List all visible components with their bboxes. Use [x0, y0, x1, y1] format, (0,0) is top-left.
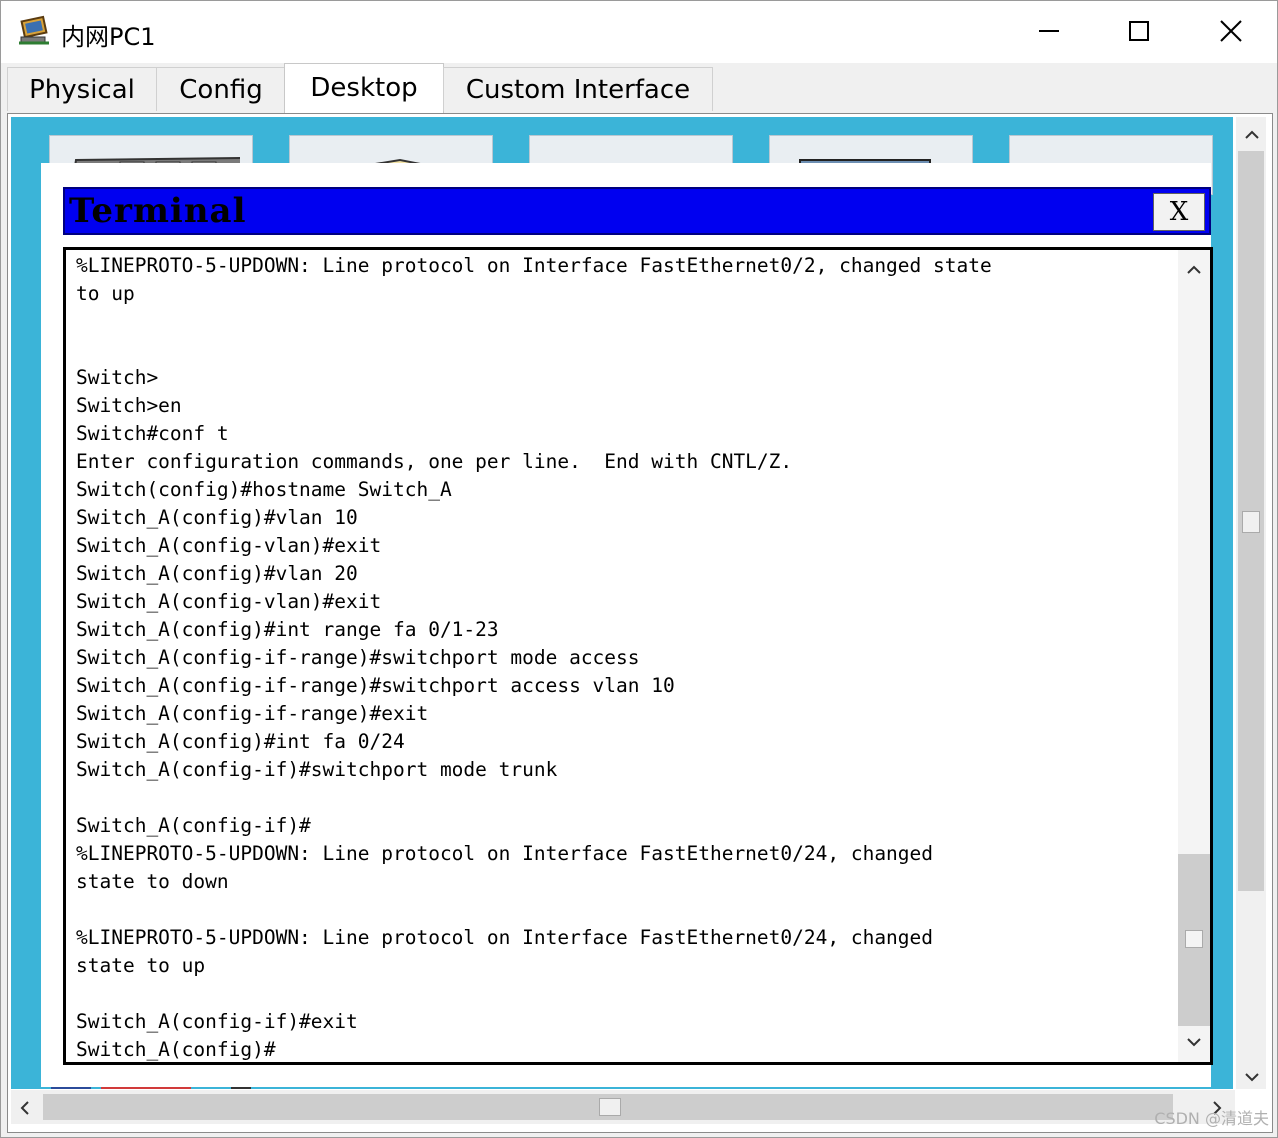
terminal-text: %LINEPROTO-5-UPDOWN: Line protocol on In… [76, 252, 1176, 1062]
terminal-line: Switch_A(config)#int range fa 0/1-23 [76, 618, 499, 641]
terminal-output[interactable]: %LINEPROTO-5-UPDOWN: Line protocol on In… [63, 247, 1213, 1065]
terminal-line: %LINEPROTO-5-UPDOWN: Line protocol on In… [76, 842, 934, 865]
tab-physical[interactable]: Physical [7, 67, 157, 111]
desktop-background: Terminal X %LINEPROTO-5-UPDOWN: Line pro… [11, 117, 1233, 1089]
packet-tracer-pc-icon [17, 13, 53, 49]
scroll-up-icon[interactable] [1184, 260, 1204, 280]
terminal-close-button[interactable]: X [1153, 193, 1205, 231]
terminal-line: Switch(config)#hostname Switch_A [76, 478, 452, 501]
terminal-line: Switch_A(config-if-range)#exit [76, 702, 429, 725]
window-title: 内网PC1 [61, 23, 156, 51]
watermark: CSDN @清道夫 [1154, 1109, 1269, 1128]
terminal-line: to up [76, 282, 135, 305]
terminal-window: Terminal X %LINEPROTO-5-UPDOWN: Line pro… [41, 163, 1213, 1087]
terminal-scroll-thumb[interactable] [1178, 854, 1210, 1026]
maximize-icon [1129, 21, 1149, 41]
terminal-scrollbar[interactable] [1178, 250, 1210, 1062]
terminal-line: Switch_A(config)#vlan 10 [76, 506, 358, 529]
terminal-line: Switch_A(config-if)#switchport mode trun… [76, 758, 558, 781]
terminal-line: Switch_A(config)# [76, 1038, 276, 1061]
maximize-button[interactable] [1107, 7, 1171, 55]
terminal-line: state to up [76, 954, 206, 977]
scroll-grip-icon [1185, 930, 1203, 948]
terminal-line: Switch_A(config-vlan)#exit [76, 534, 382, 557]
terminal-line: %LINEPROTO-5-UPDOWN: Line protocol on In… [76, 926, 934, 949]
terminal-title: Terminal [69, 191, 247, 231]
terminal-line: Switch_A(config)#int fa 0/24 [76, 730, 405, 753]
chevron-left-icon[interactable] [15, 1098, 35, 1118]
terminal-line: Switch_A(config-vlan)#exit [76, 590, 382, 613]
terminal-line: Switch_A(config-if-range)#switchport acc… [76, 674, 675, 697]
scroll-grip-icon [599, 1098, 621, 1116]
app-window: 内网PC1 Physical Config Desktop Custom Int… [0, 0, 1278, 1138]
chevron-up-icon[interactable] [1242, 125, 1262, 145]
terminal-line: Switch_A(config-if)#exit [76, 1010, 358, 1033]
minimize-button[interactable] [1017, 7, 1081, 55]
terminal-line: state to down [76, 870, 229, 893]
terminal-line: Switch#conf t [76, 422, 229, 445]
minimize-icon [1039, 30, 1059, 32]
desktop-panel: Terminal X %LINEPROTO-5-UPDOWN: Line pro… [7, 113, 1273, 1133]
title-bar: 内网PC1 [1, 1, 1277, 63]
close-button[interactable] [1199, 7, 1263, 55]
horizontal-scroll-thumb[interactable] [43, 1094, 1173, 1120]
terminal-line: Switch_A(config-if)# [76, 814, 311, 837]
terminal-line: Enter configuration commands, one per li… [76, 450, 793, 473]
tab-config[interactable]: Config [156, 67, 286, 111]
terminal-title-bar: Terminal X [63, 187, 1211, 235]
tab-desktop[interactable]: Desktop [284, 63, 444, 113]
terminal-line: %LINEPROTO-5-UPDOWN: Line protocol on In… [76, 254, 992, 277]
terminal-line: Switch_A(config)#vlan 20 [76, 562, 358, 585]
scroll-grip-icon [1242, 511, 1260, 533]
close-icon [1220, 20, 1242, 42]
terminal-line: Switch_A(config-if-range)#switchport mod… [76, 646, 640, 669]
chevron-down-icon[interactable] [1242, 1067, 1262, 1087]
terminal-line: Switch>en [76, 394, 182, 417]
panel-vertical-scrollbar[interactable] [1236, 117, 1266, 1089]
terminal-line: Switch> [76, 366, 159, 389]
tab-bar: Physical Config Desktop Custom Interface [1, 63, 1277, 113]
panel-horizontal-scrollbar[interactable] [11, 1090, 1235, 1124]
scroll-down-icon[interactable] [1184, 1032, 1204, 1052]
tab-custom-interface[interactable]: Custom Interface [443, 67, 713, 111]
vertical-scroll-thumb[interactable] [1238, 151, 1264, 891]
